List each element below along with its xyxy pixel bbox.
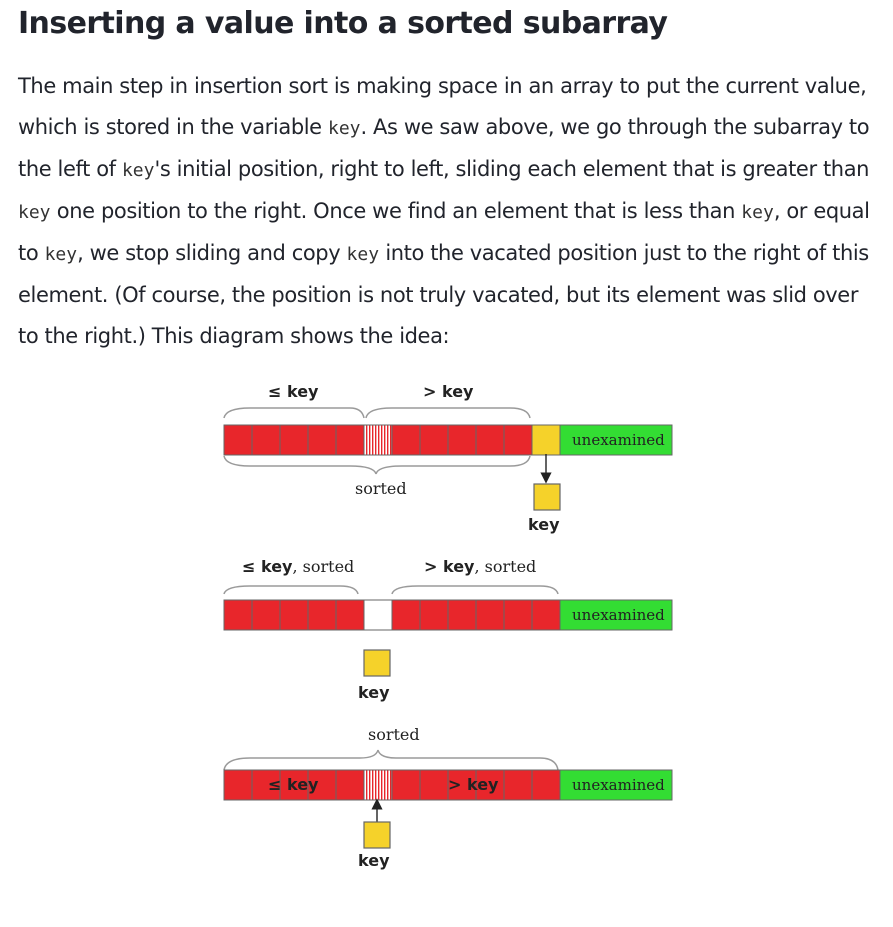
le-key-sorted-label: ≤ key, sorted [242, 557, 354, 576]
sorted-cell [223, 599, 253, 631]
intro-paragraph: The main step in insertion sort is makin… [18, 66, 878, 357]
unexamined-label: unexamined [572, 776, 665, 794]
sorted-label: sorted [355, 479, 407, 498]
sorted-cell [419, 424, 449, 456]
sorted-cell [531, 599, 561, 631]
sorted-cell [307, 424, 337, 456]
unexamined-label: unexamined [572, 431, 665, 449]
inline-code-key: key [44, 244, 78, 265]
le-key-label: ≤ key [268, 775, 319, 794]
inline-code-key: key [741, 202, 774, 223]
sorted-cell [503, 769, 533, 801]
hatched-cell [363, 424, 393, 456]
sorted-cell [279, 599, 309, 631]
key-label: key [358, 683, 390, 702]
sorted-cell [251, 599, 281, 631]
hatched-cell [363, 769, 393, 801]
sorted-cell [391, 599, 421, 631]
vacated-cell [363, 599, 393, 631]
sorted-cell [447, 599, 477, 631]
key-label: key [358, 851, 390, 870]
section-heading: Inserting a value into a sorted subarray [18, 6, 668, 41]
inline-code-key: key [346, 244, 380, 265]
insertion-diagram: ≤ key > key unexamined sorted key ≤ key,… [223, 382, 673, 870]
sorted-cell [531, 769, 561, 801]
brace-gt-key-sorted [391, 585, 559, 595]
sorted-cell [335, 424, 365, 456]
sorted-cell [279, 424, 309, 456]
sorted-cell [447, 424, 477, 456]
sorted-cell [223, 424, 253, 456]
gt-key-sorted-label: > key, sorted [424, 557, 536, 576]
sorted-cell [475, 599, 505, 631]
panel-inserted: sorted ≤ key > key unexamined key [223, 725, 673, 870]
sorted-cell [223, 769, 253, 801]
brace-sorted [223, 749, 559, 771]
sorted-cell [503, 599, 533, 631]
le-key-label: ≤ key [268, 382, 319, 401]
brace-sorted [223, 455, 531, 475]
inline-code-key: key [18, 202, 51, 223]
sorted-cell [419, 769, 449, 801]
sorted-cell [251, 424, 281, 456]
sorted-cell [335, 599, 365, 631]
key-box [363, 821, 391, 849]
key-box [363, 649, 391, 677]
key-box [533, 483, 561, 511]
unexamined-label: unexamined [572, 606, 665, 624]
sorted-cell [391, 424, 421, 456]
brace-gt-key [365, 407, 531, 419]
key-cell [531, 424, 561, 456]
sorted-cell [335, 769, 365, 801]
sorted-label: sorted [368, 725, 420, 744]
paragraph-text: 's initial position, right to left, slid… [154, 157, 870, 181]
inline-code-key: key [121, 160, 155, 181]
sorted-cell [391, 769, 421, 801]
key-label: key [528, 515, 560, 534]
sorted-cell [503, 424, 533, 456]
panel-before: ≤ key > key unexamined sorted key [223, 382, 673, 534]
panel-sliding: ≤ key, sorted > key, sorted unexamined k… [223, 557, 673, 702]
gt-key-label: > key [448, 775, 499, 794]
sorted-cell [475, 424, 505, 456]
gt-key-label: > key [423, 382, 474, 401]
brace-le-key [223, 407, 365, 419]
paragraph-text: one position to the right. Once we find … [50, 199, 742, 223]
paragraph-text: , we stop sliding and copy [77, 241, 347, 265]
sorted-cell [419, 599, 449, 631]
inline-code-key: key [327, 118, 361, 139]
sorted-cell [307, 599, 337, 631]
brace-le-key-sorted [223, 585, 359, 595]
